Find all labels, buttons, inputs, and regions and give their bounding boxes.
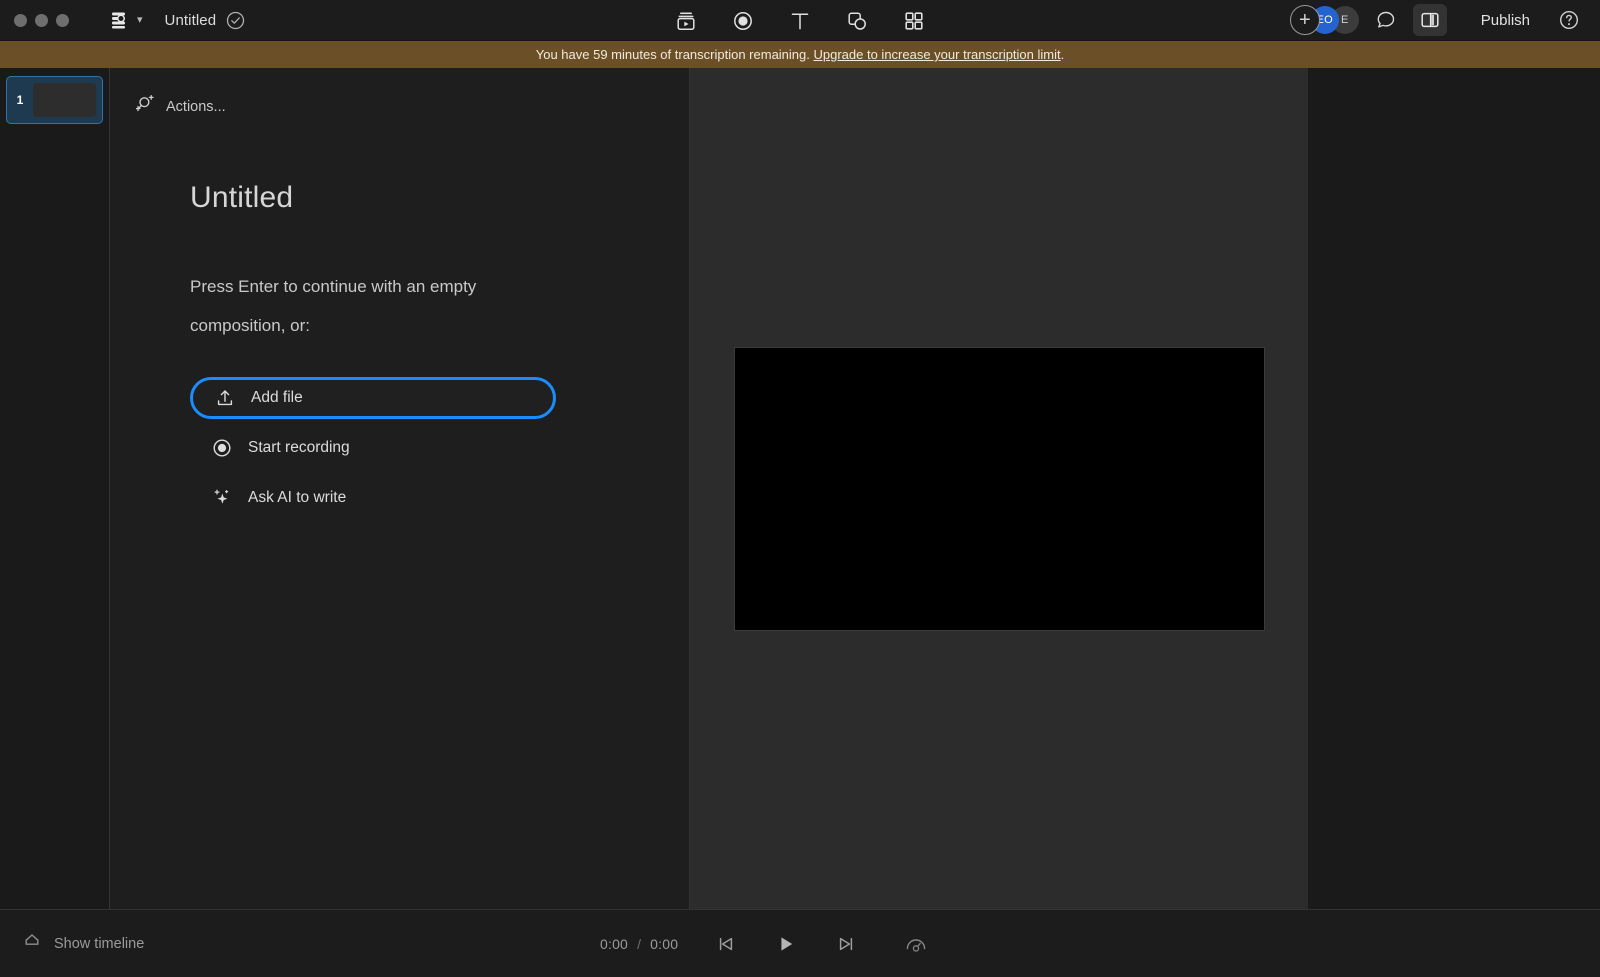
check-circle-icon (226, 11, 245, 30)
shapes-icon[interactable] (842, 6, 872, 36)
media-library-icon[interactable] (671, 6, 701, 36)
layers-icon[interactable] (107, 9, 129, 31)
add-file-label: Add file (251, 389, 303, 407)
comment-icon[interactable] (1369, 4, 1403, 36)
time-separator: / (637, 936, 641, 952)
editor-panel: Actions... Untitled Press Enter to conti… (110, 68, 690, 909)
add-file-option[interactable]: Add file (190, 377, 556, 419)
add-collaborator-button[interactable]: + (1290, 5, 1320, 35)
text-icon[interactable] (785, 6, 815, 36)
skip-previous-icon[interactable] (704, 924, 748, 964)
current-time: 0:00 (600, 936, 628, 952)
eject-timeline-icon (22, 932, 42, 955)
slide-list-panel: 1 (0, 68, 110, 909)
close-window-button[interactable] (14, 14, 27, 27)
transcription-banner: You have 59 minutes of transcription rem… (0, 41, 1600, 68)
magic-actions-icon (136, 94, 156, 119)
playback-speed-icon[interactable] (894, 924, 938, 964)
record-icon[interactable] (728, 6, 758, 36)
document-menu-group[interactable]: ▾ (107, 9, 143, 31)
right-toolbar: + EO E Publish (1290, 4, 1600, 36)
document-title[interactable]: Untitled (165, 12, 217, 29)
grid-apps-icon[interactable] (899, 6, 929, 36)
time-display: 0:00 / 0:00 (600, 936, 678, 952)
slide-number: 1 (13, 93, 27, 107)
main-area: 1 Actions... Untitled Press Enter to con… (0, 68, 1600, 909)
sparkles-icon (212, 488, 232, 508)
upload-file-icon (215, 388, 235, 408)
skip-next-icon[interactable] (824, 924, 868, 964)
actions-button[interactable]: Actions... (110, 94, 689, 119)
banner-text: You have 59 minutes of transcription rem… (536, 47, 810, 62)
show-timeline-label: Show timeline (54, 936, 144, 952)
slide-thumbnail (33, 83, 96, 117)
maximize-window-button[interactable] (56, 14, 69, 27)
minimize-window-button[interactable] (35, 14, 48, 27)
document-body: Untitled Press Enter to continue with an… (110, 119, 689, 519)
sidebar-panel-icon[interactable] (1413, 4, 1447, 36)
center-toolbar (671, 0, 929, 41)
start-recording-option[interactable]: Start recording (190, 427, 556, 469)
record-circle-icon (212, 438, 232, 458)
preview-canvas[interactable] (734, 347, 1265, 631)
ask-ai-label: Ask AI to write (248, 489, 346, 507)
window-controls (0, 14, 69, 27)
play-icon[interactable] (764, 924, 808, 964)
page-title[interactable]: Untitled (190, 181, 689, 215)
ask-ai-option[interactable]: Ask AI to write (190, 477, 556, 519)
empty-state-hint: Press Enter to continue with an empty co… (190, 267, 550, 345)
total-time: 0:00 (650, 936, 678, 952)
upgrade-link[interactable]: Upgrade to increase your transcription l… (814, 47, 1061, 62)
title-bar: ▾ Untitled (0, 0, 1600, 41)
banner-trailing: . (1061, 47, 1065, 62)
bottom-bar: Show timeline 0:00 / 0:00 (0, 909, 1600, 977)
right-inspector-area (1308, 68, 1600, 909)
actions-label: Actions... (166, 99, 226, 115)
preview-panel (690, 68, 1308, 909)
help-circle-icon[interactable] (1554, 5, 1584, 35)
start-recording-label: Start recording (248, 439, 350, 457)
list-item[interactable]: 1 (6, 76, 103, 124)
publish-button[interactable]: Publish (1473, 8, 1538, 33)
show-timeline-button[interactable]: Show timeline (0, 932, 144, 955)
empty-state-options: Add file Start recording (190, 377, 689, 519)
transport-controls: 0:00 / 0:00 (600, 910, 938, 977)
chevron-down-icon[interactable]: ▾ (137, 15, 143, 26)
